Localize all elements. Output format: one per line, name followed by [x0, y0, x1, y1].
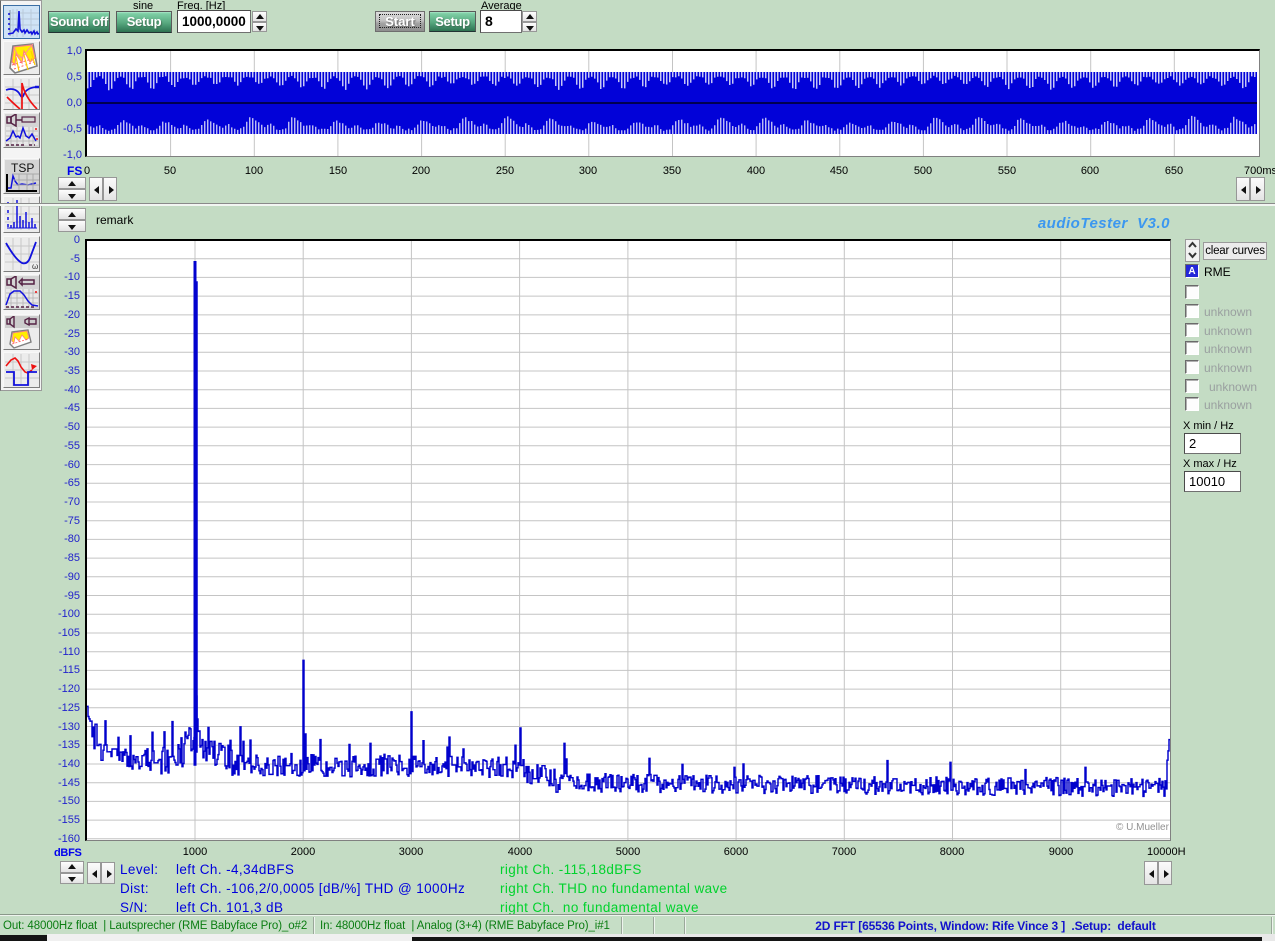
- svg-text:TSP: TSP: [11, 161, 34, 175]
- svg-text:ω: ω: [32, 262, 38, 270]
